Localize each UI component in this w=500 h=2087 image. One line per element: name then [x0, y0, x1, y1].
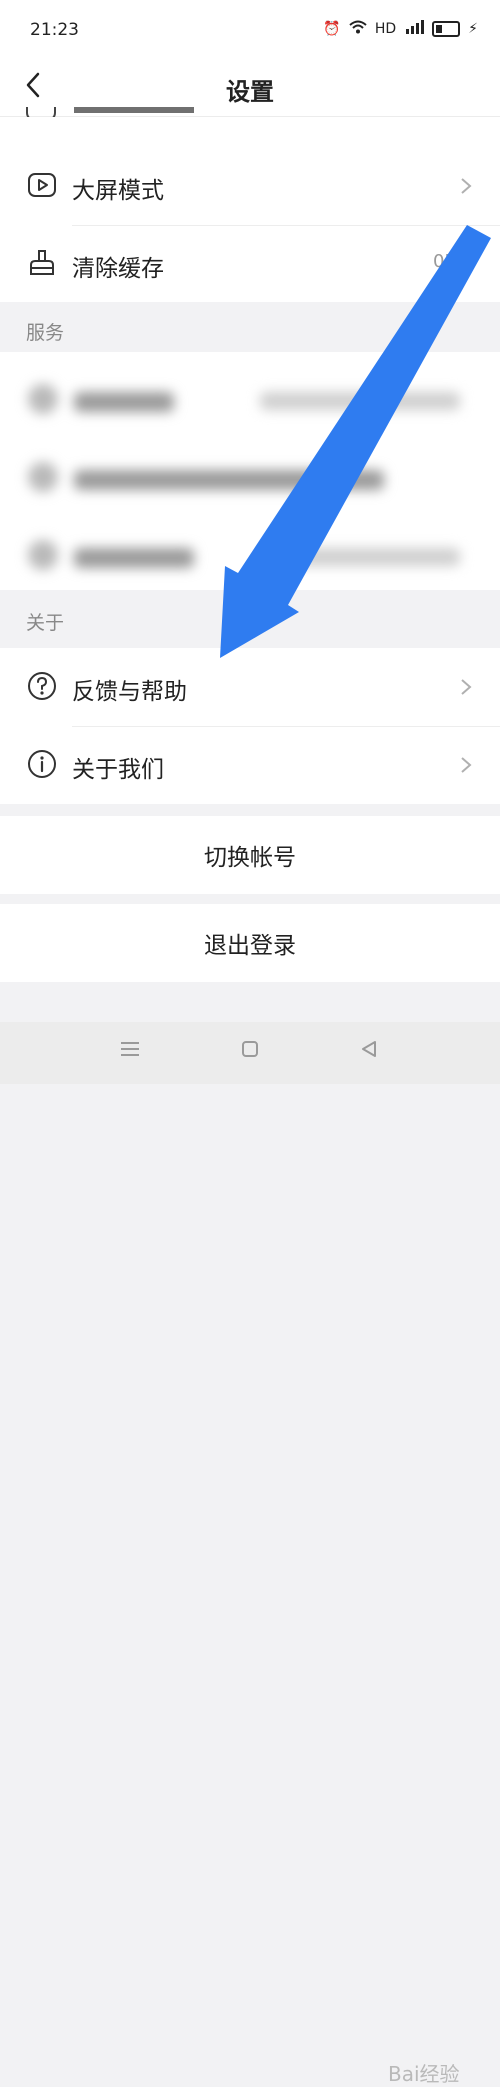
blurred-row [0, 436, 500, 514]
broom-icon [30, 250, 54, 275]
settings-section-about: 反馈与帮助 关于我们 [0, 648, 500, 804]
partially-hidden-row [26, 107, 226, 117]
page-title: 设置 [226, 78, 274, 106]
charging-icon: ⚡ [468, 21, 478, 37]
group-header-about: 关于 [26, 612, 65, 634]
signal-icon [404, 20, 425, 38]
chevron-right-icon [461, 178, 472, 194]
switch-account-button[interactable]: 切换帐号 [0, 816, 500, 894]
battery-icon [432, 21, 461, 37]
menu-icon[interactable] [120, 1040, 140, 1058]
blurred-row [0, 514, 500, 592]
settings-section-top: 大屏模式 清除缓存 0M [0, 107, 500, 303]
settings-row-label: 清除缓存 [72, 256, 164, 282]
back-triangle-icon[interactable] [360, 1040, 378, 1058]
alarm-icon: ⏰ [323, 21, 341, 37]
settings-row-label: 反馈与帮助 [72, 679, 187, 705]
blurred-row [0, 358, 500, 436]
home-square-icon[interactable] [241, 1040, 259, 1058]
cache-size-value: 0M [433, 251, 460, 272]
status-time: 21:23 [30, 20, 79, 40]
settings-row-label: 关于我们 [72, 757, 164, 783]
status-bar: 21:23 ⏰ HD ⚡ [0, 0, 500, 60]
chevron-right-icon [461, 757, 472, 773]
question-circle-icon [28, 672, 56, 700]
watermark-text: Bai经验 [388, 2062, 460, 2086]
video-screen-icon [28, 173, 56, 197]
group-header-service: 服务 [26, 322, 65, 344]
settings-row-feedback[interactable]: 反馈与帮助 [0, 648, 500, 726]
settings-section-service [0, 352, 500, 590]
info-circle-icon [28, 750, 56, 778]
chevron-right-icon [461, 679, 472, 695]
settings-row-big-screen[interactable]: 大屏模式 [0, 147, 500, 225]
settings-row-about-us[interactable]: 关于我们 [0, 726, 500, 804]
status-icons: ⏰ HD ⚡ [323, 20, 478, 38]
logout-button[interactable]: 退出登录 [0, 904, 500, 982]
settings-row-clear-cache[interactable]: 清除缓存 0M [0, 225, 500, 303]
network-hd: HD [374, 21, 397, 37]
wifi-icon [349, 20, 367, 38]
settings-row-label: 大屏模式 [72, 178, 164, 204]
system-navigation-bar: Bai经验 [0, 1022, 500, 2086]
